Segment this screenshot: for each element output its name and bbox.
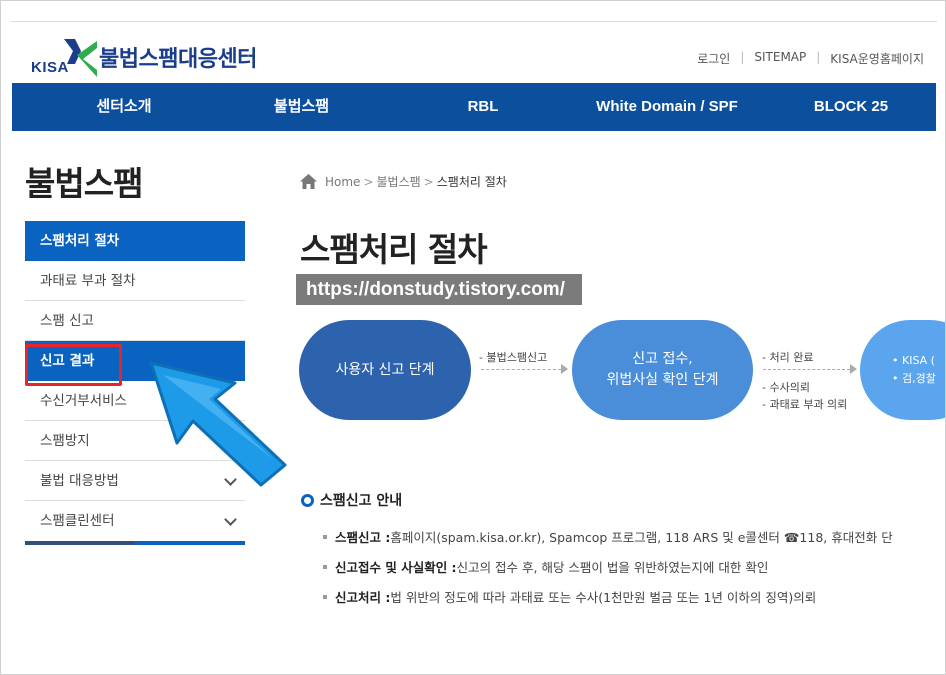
breadcrumb-level1[interactable]: 불법스팸 bbox=[377, 173, 421, 190]
guide-row: 스팸신고 : 홈페이지(spam.kisa.or.kr), Spamcop 프로… bbox=[323, 527, 893, 546]
sidebar-item-label: 스팸방지 bbox=[40, 433, 90, 449]
flow-step-receipt-check: 신고 접수, 위법사실 확인 단계 bbox=[572, 320, 753, 420]
nav-item-rbl[interactable]: RBL bbox=[432, 83, 534, 131]
sidebar-item-fine-procedure[interactable]: 과태료 부과 절차 bbox=[25, 261, 245, 301]
watermark-url: https://donstudy.tistory.com/ bbox=[296, 274, 582, 305]
sidebar-item-label: 불법 대응방법 bbox=[40, 473, 119, 489]
breadcrumb: Home > 불법스팸 > 스팸처리 절차 bbox=[300, 173, 507, 190]
site-logo[interactable]: KISA 불법스팸대응센터 bbox=[31, 37, 257, 77]
guide-row: 신고처리 : 법 위반의 정도에 따라 과태료 또는 수사(1천만원 벌금 또는… bbox=[323, 587, 816, 606]
flow-step-label-line1: 신고 접수, bbox=[632, 351, 693, 367]
sidebar-item-label: 스팸클린센터 bbox=[40, 513, 115, 529]
kisa-site-link[interactable]: KISA운영홈페이지 bbox=[830, 50, 924, 67]
circle-bullet-icon bbox=[301, 493, 314, 507]
flow-step-label-line2: • 검,경찰 bbox=[892, 372, 936, 385]
flow-connector bbox=[763, 369, 850, 370]
sidebar-item-spam-report[interactable]: 스팸 신고 bbox=[25, 301, 245, 341]
page-frame: KISA 불법스팸대응센터 로그인 | SITEMAP | KISA운영홈페이지… bbox=[0, 0, 946, 675]
global-nav: 센터소개 불법스팸 RBL White Domain / SPF BLOCK 2… bbox=[12, 83, 936, 131]
utility-links: 로그인 | SITEMAP | KISA운영홈페이지 bbox=[697, 50, 924, 67]
flow-step-label-line2: 위법사실 확인 단계 bbox=[606, 372, 719, 388]
section-heading-text: 스팸신고 안내 bbox=[320, 493, 403, 509]
breadcrumb-separator: > bbox=[363, 174, 374, 189]
guide-desc: 법 위반의 정도에 따라 과태료 또는 수사(1천만원 벌금 또는 1년 이하의… bbox=[390, 590, 817, 605]
guide-desc: 신고의 접수 후, 해당 스팸이 법을 위반하였는지에 대한 확인 bbox=[456, 560, 769, 575]
top-divider bbox=[11, 21, 937, 22]
flow-step-label-group: 신고 접수, 위법사실 확인 단계 bbox=[607, 349, 719, 391]
nav-item-spam[interactable]: 불법스팸 bbox=[244, 83, 359, 131]
nav-item-block25[interactable]: BLOCK 25 bbox=[792, 83, 910, 131]
sidebar-item-spam-procedure[interactable]: 스팸처리 절차 bbox=[25, 221, 245, 261]
guide-term: 신고접수 및 사실확인 : bbox=[335, 560, 457, 575]
kisa-logo-mark: KISA bbox=[31, 37, 97, 77]
sidebar-item-label: 수신거부서비스 bbox=[40, 393, 127, 409]
sidebar-title: 불법스팸 bbox=[25, 164, 143, 203]
breadcrumb-separator: > bbox=[423, 174, 434, 189]
sidebar-item-label: 스팸 신고 bbox=[40, 313, 94, 329]
sidebar-item-label: 과태료 부과 절차 bbox=[40, 273, 136, 289]
flow-label-investigation: - 수사의뢰 bbox=[762, 381, 810, 394]
login-link[interactable]: 로그인 bbox=[697, 50, 730, 67]
bullet-icon bbox=[323, 594, 327, 599]
nav-item-white-domain[interactable]: White Domain / SPF bbox=[577, 83, 757, 131]
guide-term: 신고처리 : bbox=[335, 590, 391, 605]
logo-title: 불법스팸대응센터 bbox=[99, 47, 257, 72]
util-separator: | bbox=[740, 50, 745, 64]
flow-label-report: - 불법스팸신고 bbox=[479, 351, 548, 364]
bullet-icon bbox=[323, 564, 327, 569]
logo-kisa-text: KISA bbox=[31, 59, 69, 76]
bullet-icon bbox=[323, 534, 327, 539]
guide-term: 스팸신고 : bbox=[335, 530, 391, 545]
breadcrumb-home[interactable]: Home bbox=[325, 175, 360, 189]
util-separator: | bbox=[816, 50, 821, 64]
nav-item-center[interactable]: 센터소개 bbox=[59, 83, 189, 131]
flow-step-user-report: 사용자 신고 단계 bbox=[299, 320, 471, 420]
flow-step-label-group: • KISA ( • 검,경찰 bbox=[892, 352, 936, 388]
sitemap-link[interactable]: SITEMAP bbox=[754, 50, 806, 67]
arrow-right-icon bbox=[561, 364, 568, 374]
pointer-arrow-icon bbox=[149, 361, 287, 487]
section-heading: 스팸신고 안내 bbox=[301, 490, 402, 510]
breadcrumb-current: 스팸처리 절차 bbox=[436, 175, 507, 189]
flow-step-processing: • KISA ( • 검,경찰 bbox=[860, 320, 945, 420]
flow-label-fine: - 과태료 부과 의뢰 bbox=[762, 398, 848, 411]
sidebar-bottom-bar-dark bbox=[25, 541, 135, 545]
sidebar-item-label: 스팸처리 절차 bbox=[40, 233, 120, 249]
flow-label-done: - 처리 완료 bbox=[762, 351, 814, 364]
flow-connector bbox=[481, 369, 561, 370]
page-title: 스팸처리 절차 bbox=[300, 230, 488, 269]
flow-step-label: 사용자 신고 단계 bbox=[335, 361, 435, 378]
highlight-box bbox=[25, 344, 122, 386]
flow-step-label-line1: • KISA ( bbox=[892, 354, 935, 367]
arrow-right-icon bbox=[850, 364, 857, 374]
guide-row: 신고접수 및 사실확인 : 신고의 접수 후, 해당 스팸이 법을 위반하였는지… bbox=[323, 557, 768, 576]
guide-desc: 홈페이지(spam.kisa.or.kr), Spamcop 프로그램, 118… bbox=[390, 530, 893, 545]
sidebar-item-spam-clean-center[interactable]: 스팸클린센터 bbox=[25, 501, 245, 541]
chevron-down-icon bbox=[224, 513, 237, 526]
home-icon[interactable] bbox=[300, 174, 317, 189]
